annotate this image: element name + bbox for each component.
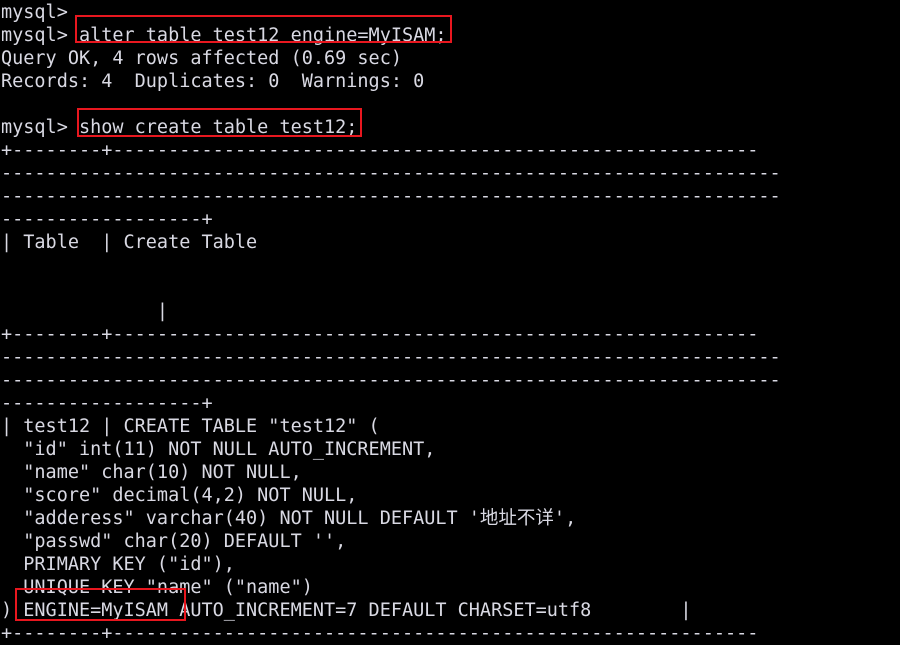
terminal-line: "score" decimal(4,2) NOT NULL, (1, 485, 358, 506)
terminal-line: "id" int(11) NOT NULL AUTO_INCREMENT, (1, 439, 436, 460)
terminal-line: ----------------------------------------… (1, 186, 781, 207)
terminal-line: | Table | Create Table (1, 232, 258, 253)
terminal-line: +--------+------------------------------… (1, 324, 759, 345)
terminal-line: +--------+------------------------------… (1, 140, 759, 161)
terminal-line: Records: 4 Duplicates: 0 Warnings: 0 (1, 71, 425, 92)
terminal-line: "adderess" varchar(40) NOT NULL DEFAULT … (1, 508, 577, 529)
terminal-line: "passwd" char(20) DEFAULT '', (1, 531, 347, 552)
terminal-line: | (1, 301, 169, 322)
terminal-line: ----------------------------------------… (1, 347, 781, 368)
terminal-line: Query OK, 4 rows affected (0.69 sec) (1, 48, 402, 69)
terminal-line: UNIQUE KEY "name" ("name") (1, 577, 313, 598)
terminal-line: ------------------+ (1, 393, 213, 414)
terminal-line: ----------------------------------------… (1, 370, 781, 391)
terminal-line: ------------------+ (1, 209, 213, 230)
terminal-line: mysql> (1, 2, 68, 23)
terminal-line: | test12 | CREATE TABLE "test12" ( (1, 416, 380, 437)
terminal-line: "name" char(10) NOT NULL, (1, 462, 302, 483)
terminal-line: mysql> show create table test12; (1, 117, 358, 138)
terminal-line: PRIMARY KEY ("id"), (1, 554, 235, 575)
terminal-line: mysql> alter table test12 engine=MyISAM; (1, 25, 447, 46)
terminal-window[interactable]: mysql> mysql> alter table test12 engine=M… (0, 0, 900, 644)
terminal-output: mysql> mysql> alter table test12 engine=M… (0, 0, 781, 645)
terminal-line: ) ENGINE=MyISAM AUTO_INCREMENT=7 DEFAULT… (1, 600, 692, 621)
terminal-line: ----------------------------------------… (1, 163, 781, 184)
